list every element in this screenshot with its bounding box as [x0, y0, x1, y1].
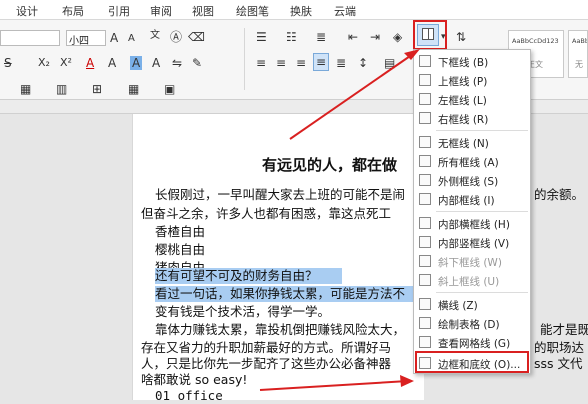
annotation-arrow-2	[259, 380, 409, 391]
annotation-arrow-2-head	[400, 375, 414, 387]
annotation-arrows	[259, 49, 420, 391]
annotation-arrow-1	[289, 53, 414, 140]
